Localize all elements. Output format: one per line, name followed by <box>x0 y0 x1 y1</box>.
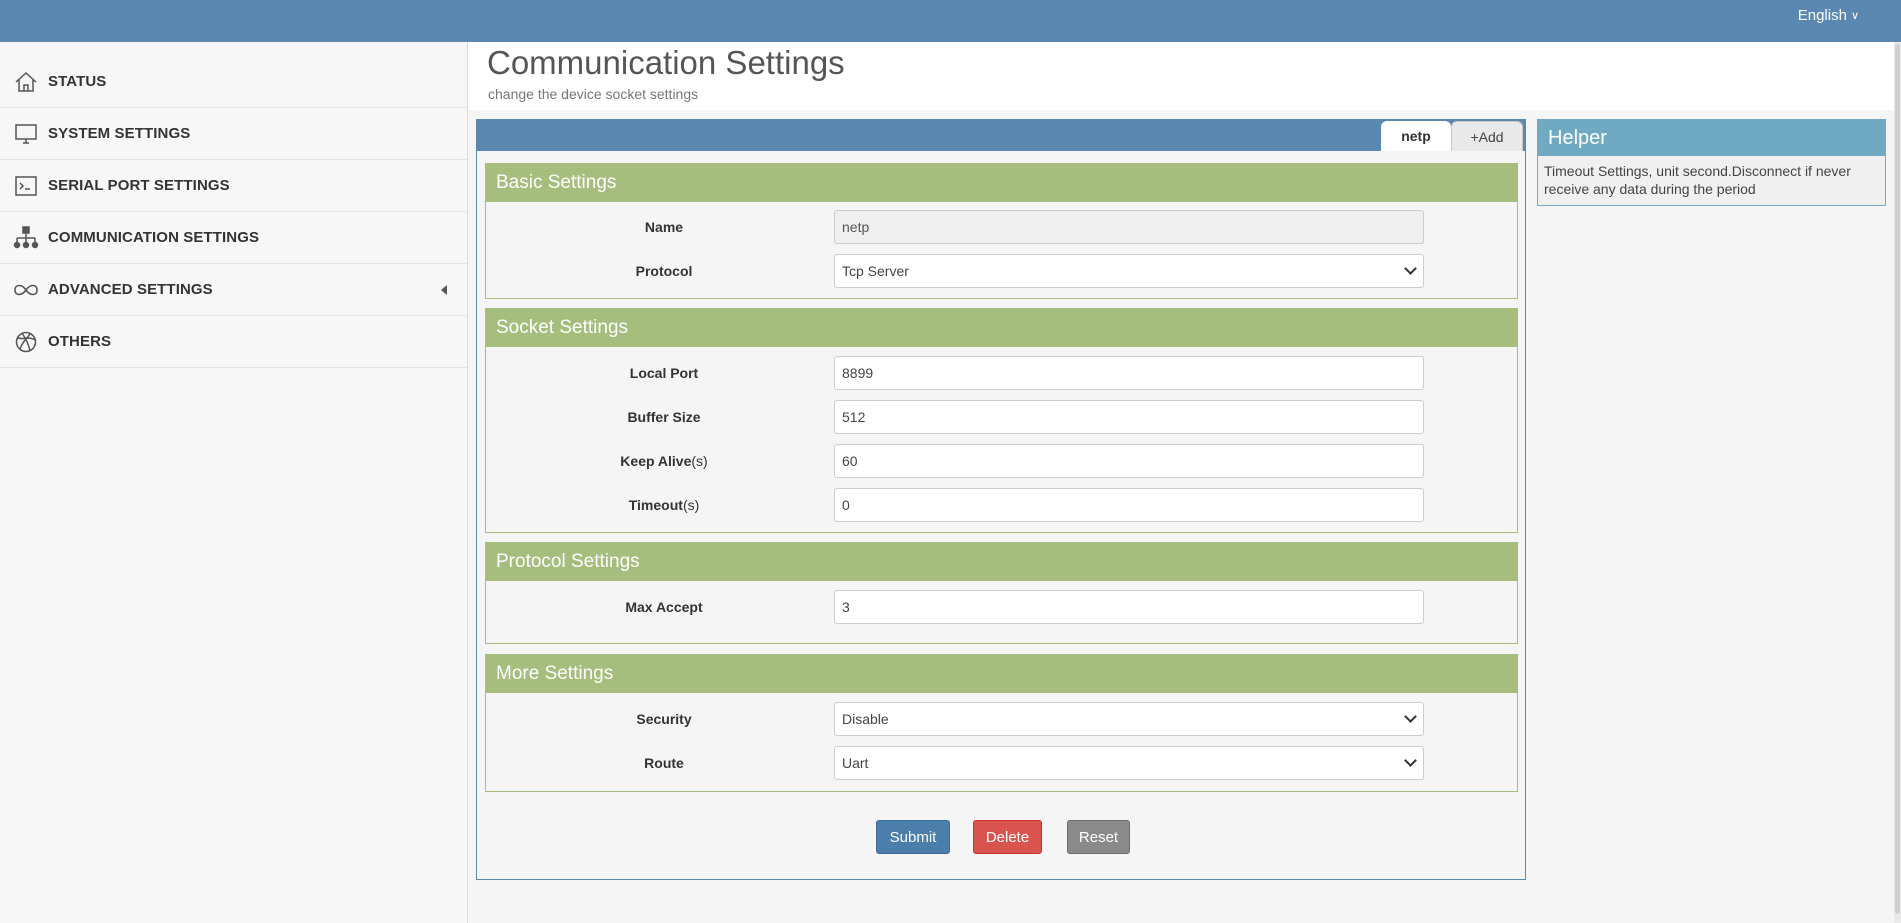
chevron-down-icon <box>1404 754 1417 767</box>
timeout-label: Timeout(s) <box>486 488 842 522</box>
language-selector[interactable]: English ∨ <box>1798 7 1859 24</box>
protocol-label: Protocol <box>635 263 693 279</box>
helper-text: Timeout Settings, unit second.Disconnect… <box>1544 163 1851 197</box>
name-label: Name <box>644 219 684 235</box>
chevron-down-icon <box>1404 262 1417 275</box>
sidebar-item-system-settings[interactable]: SYSTEM SETTINGS <box>0 108 467 160</box>
security-row: Security Disable <box>486 702 1517 736</box>
section-title: Basic Settings <box>486 164 1517 202</box>
settings-panel: netp +Add Basic Settings Name netp Proto… <box>476 119 1526 880</box>
socket-settings-section: Socket Settings Local Port 8899 Buffer S… <box>485 308 1518 533</box>
top-bar: English ∨ <box>0 0 1901 42</box>
sidebar-item-label: SERIAL PORT SETTINGS <box>48 177 230 194</box>
protocol-row: Protocol Tcp Server <box>486 254 1517 288</box>
protocol-settings-section: Protocol Settings Max Accept 3 <box>485 542 1518 644</box>
route-row: Route Uart <box>486 746 1517 780</box>
max-accept-row: Max Accept 3 <box>486 590 1517 624</box>
security-value: Disable <box>842 711 889 727</box>
section-title: More Settings <box>486 655 1517 693</box>
submit-button[interactable]: Submit <box>876 820 950 854</box>
buffer-size-row: Buffer Size 512 <box>486 400 1517 434</box>
max-accept-input[interactable]: 3 <box>834 590 1424 624</box>
section-title: Protocol Settings <box>486 543 1517 581</box>
route-select[interactable]: Uart <box>834 746 1424 780</box>
more-settings-section: More Settings Security Disable Route Uar… <box>485 654 1518 792</box>
helper-panel: Helper Timeout Settings, unit second.Dis… <box>1537 119 1886 206</box>
security-label: Security <box>636 711 692 727</box>
chevron-down-icon: ∨ <box>1850 10 1859 22</box>
infinity-icon <box>12 276 40 304</box>
section-title: Socket Settings <box>486 309 1517 347</box>
local-port-label: Local Port <box>629 365 699 381</box>
keep-alive-input[interactable]: 60 <box>834 444 1424 478</box>
sidebar-item-others[interactable]: OTHERS <box>0 316 467 368</box>
name-field[interactable]: netp <box>834 210 1424 244</box>
network-icon <box>12 224 40 252</box>
sidebar-item-status[interactable]: STATUS <box>0 56 467 108</box>
buffer-size-label: Buffer Size <box>627 409 701 425</box>
sidebar-item-label: COMMUNICATION SETTINGS <box>48 229 260 246</box>
page-title: Communication Settings <box>487 44 845 81</box>
terminal-icon <box>12 172 40 200</box>
sidebar-item-label: ADVANCED SETTINGS <box>48 281 213 298</box>
reset-button[interactable]: Reset <box>1067 820 1130 854</box>
protocol-value: Tcp Server <box>842 263 909 279</box>
sidebar-item-label: SYSTEM SETTINGS <box>48 125 191 142</box>
timeout-unit: (s) <box>682 497 700 513</box>
keep-alive-label: Keep Alive(s) <box>486 444 842 478</box>
keep-alive-label-text: Keep Alive <box>620 453 692 469</box>
sidebar-item-label: OTHERS <box>48 333 112 350</box>
sidebar-item-advanced-settings[interactable]: ADVANCED SETTINGS <box>0 264 467 316</box>
home-icon <box>12 68 40 96</box>
security-select[interactable]: Disable <box>834 702 1424 736</box>
monitor-icon <box>12 120 40 148</box>
keep-alive-unit: (s) <box>691 453 708 469</box>
page-scrollbar[interactable] <box>1894 42 1901 923</box>
scrollbar-thumb[interactable] <box>1895 44 1900 914</box>
globe-icon <box>12 328 40 356</box>
protocol-select[interactable]: Tcp Server <box>834 254 1424 288</box>
timeout-input[interactable]: 0 <box>834 488 1424 522</box>
keep-alive-row: Keep Alive(s) 60 <box>486 444 1517 478</box>
local-port-row: Local Port 8899 <box>486 356 1517 390</box>
basic-settings-section: Basic Settings Name netp Protocol Tcp Se… <box>485 163 1518 299</box>
tab-netp[interactable]: netp <box>1381 121 1451 151</box>
timeout-row: Timeout(s) 0 <box>486 488 1517 522</box>
buffer-size-input[interactable]: 512 <box>834 400 1424 434</box>
helper-title: Helper <box>1538 120 1885 156</box>
caret-left-icon[interactable] <box>441 284 447 295</box>
sidebar-item-serial-port-settings[interactable]: SERIAL PORT SETTINGS <box>0 160 467 212</box>
timeout-label-text: Timeout <box>628 497 683 513</box>
route-label: Route <box>644 755 684 771</box>
sidebar: STATUS SYSTEM SETTINGS SERIAL PORT SETTI… <box>0 42 468 923</box>
page-subtitle: change the device socket settings <box>488 86 699 102</box>
chevron-down-icon <box>1404 710 1417 723</box>
page-header: Communication Settings change the device… <box>468 42 1894 110</box>
delete-button[interactable]: Delete <box>973 820 1042 854</box>
tab-add[interactable]: +Add <box>1451 121 1523 151</box>
max-accept-label: Max Accept <box>625 599 703 615</box>
route-value: Uart <box>842 755 869 771</box>
sidebar-item-label: STATUS <box>48 73 107 90</box>
local-port-input[interactable]: 8899 <box>834 356 1424 390</box>
name-row: Name netp <box>486 210 1517 244</box>
panel-tab-bar <box>477 120 1525 151</box>
sidebar-item-communication-settings[interactable]: COMMUNICATION SETTINGS <box>0 212 467 264</box>
language-label: English <box>1797 7 1847 24</box>
